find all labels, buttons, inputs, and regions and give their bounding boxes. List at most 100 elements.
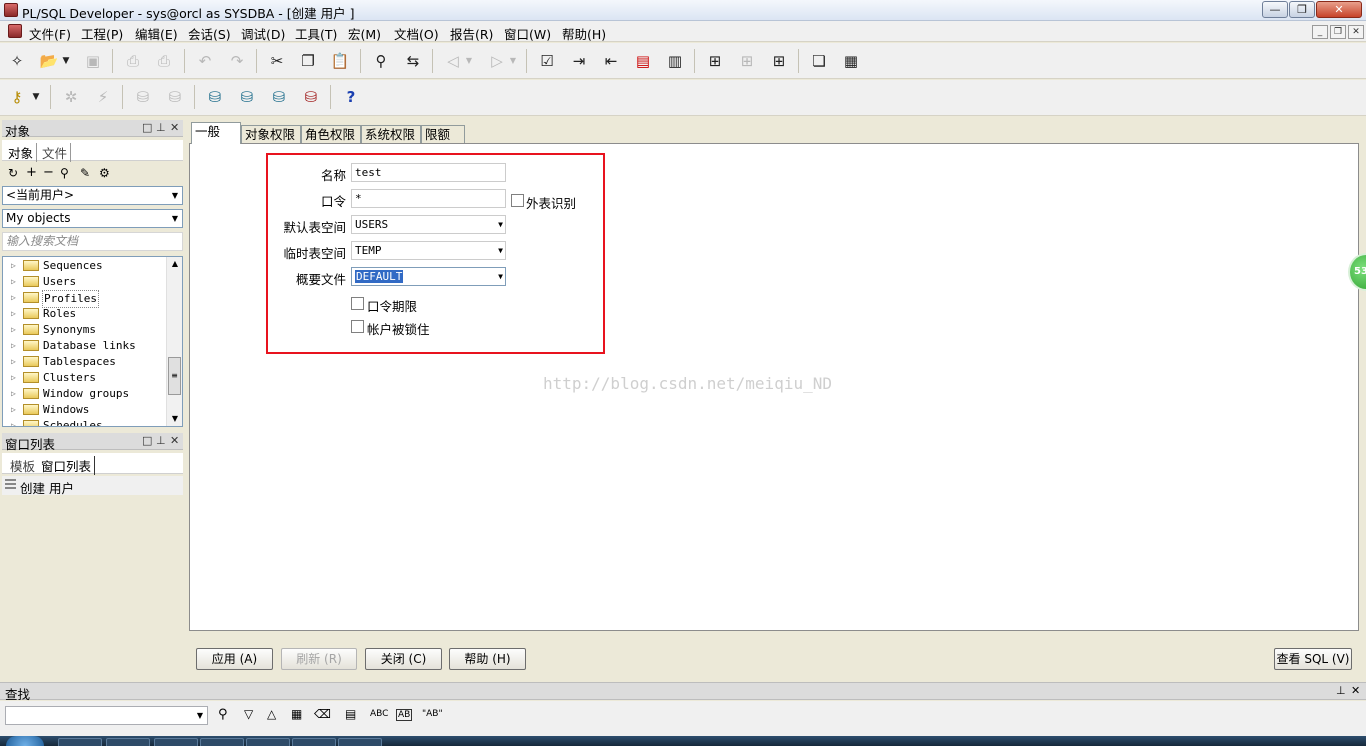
db-commit-icon[interactable]: ⛁ <box>300 86 322 108</box>
expand-icon[interactable]: ▷ <box>11 274 21 290</box>
back-icon[interactable]: ◁ <box>442 50 464 72</box>
tile-icon[interactable]: ▦ <box>840 50 862 72</box>
selection-only-icon[interactable]: ▤ <box>345 707 356 721</box>
tree-item-tablespaces[interactable]: ▷ Tablespaces <box>11 354 117 370</box>
save-icon[interactable]: ▣ <box>82 50 104 72</box>
menu-window[interactable]: 窗口(W) <box>504 24 551 43</box>
window-list-item[interactable]: 创建 用户 <box>2 476 183 496</box>
window-icon[interactable]: ⊞ <box>704 50 726 72</box>
menu-document[interactable]: 文档(O) <box>394 24 439 43</box>
tree-scrollbar[interactable]: ▲ ≡ ▼ <box>166 257 182 426</box>
unindent-icon[interactable]: ⇤ <box>600 50 622 72</box>
tree-item-database-links[interactable]: ▷ Database links <box>11 338 137 354</box>
settings-icon[interactable]: ⚙ <box>99 166 110 180</box>
paste-icon[interactable]: 📋 <box>329 50 351 72</box>
key-icon[interactable]: ⚷ <box>6 86 28 108</box>
panel-close-icon[interactable]: ✕ <box>1351 684 1360 697</box>
stop-icon[interactable]: ⚡ <box>92 86 114 108</box>
db-sql-icon[interactable]: ⛁ <box>236 86 258 108</box>
export-icon[interactable]: ⛁ <box>164 86 186 108</box>
expand-icon[interactable]: ▷ <box>11 258 21 274</box>
scroll-up-icon[interactable]: ▲ <box>167 257 182 271</box>
tab-quotas[interactable]: 限额 <box>421 125 465 144</box>
panel-close-icon[interactable]: ✕ <box>170 121 179 134</box>
close-dialog-button[interactable]: 关闭 (C) <box>365 648 442 670</box>
menu-tools[interactable]: 工具(T) <box>295 24 337 43</box>
panel-float-icon[interactable]: □ <box>142 121 152 134</box>
mdi-restore-button[interactable]: ❐ <box>1330 25 1346 39</box>
import-icon[interactable]: ⛁ <box>132 86 154 108</box>
refresh-button[interactable]: 刷新 (R) <box>281 648 357 670</box>
panel-float-icon[interactable]: □ <box>142 434 152 447</box>
find-next-icon[interactable]: ▽ <box>244 707 253 721</box>
menu-session[interactable]: 会话(S) <box>188 24 231 43</box>
tab-system-privileges[interactable]: 系统权限 <box>361 125 421 144</box>
taskbar-item[interactable] <box>58 738 102 746</box>
window-icon-2[interactable]: ⊞ <box>736 50 758 72</box>
apply-button[interactable]: 应用 (A) <box>196 648 273 670</box>
expand-icon[interactable]: ▷ <box>11 306 21 322</box>
cut-icon[interactable]: ✂ <box>266 50 288 72</box>
tab-templates[interactable]: 模板 <box>10 456 35 475</box>
chevron-down-icon[interactable]: ▼ <box>193 707 207 724</box>
new-icon[interactable]: ✧ <box>6 50 28 72</box>
taskbar-item[interactable] <box>200 738 244 746</box>
match-case-toggle[interactable]: ABC <box>370 709 388 719</box>
tree-item-schedules[interactable]: ▷ Schedules <box>11 418 104 426</box>
menu-edit[interactable]: 编辑(E) <box>135 24 178 43</box>
minimize-button[interactable]: — <box>1262 1 1288 18</box>
open-icon[interactable]: 📂 <box>38 50 60 72</box>
uncomment-icon[interactable]: ▥ <box>664 50 686 72</box>
remove-icon[interactable]: − <box>43 165 54 180</box>
taskbar-item[interactable] <box>154 738 198 746</box>
expand-icon[interactable]: ▷ <box>11 402 21 418</box>
find-icon[interactable]: ⚲ <box>218 707 228 722</box>
panel-pin-icon[interactable]: ⊥ <box>1336 684 1346 697</box>
mdi-close-button[interactable]: ✕ <box>1348 25 1364 39</box>
regex-toggle[interactable]: "AB" <box>422 709 443 719</box>
panel-pin-icon[interactable]: ⊥ <box>156 121 166 134</box>
tree-item-windows[interactable]: ▷ Windows <box>11 402 90 418</box>
tab-objects[interactable]: 对象 <box>8 143 38 162</box>
menu-file[interactable]: 文件(F) <box>29 24 71 43</box>
scroll-down-icon[interactable]: ▼ <box>167 412 182 426</box>
copy-icon[interactable]: ❐ <box>297 50 319 72</box>
help-button[interactable]: 帮助 (H) <box>449 648 526 670</box>
find-input[interactable]: ▼ <box>5 706 208 725</box>
tab-general[interactable]: 一般 <box>191 122 241 144</box>
owner-filter-select[interactable]: <当前用户> ▼ <box>2 186 183 205</box>
cascade-icon[interactable]: ❏ <box>808 50 830 72</box>
taskbar-item[interactable] <box>106 738 150 746</box>
highlight-all-icon[interactable]: ▦ <box>291 707 302 721</box>
window-icon-3[interactable]: ⊞ <box>768 50 790 72</box>
panel-close-icon[interactable]: ✕ <box>170 434 179 447</box>
refresh-icon[interactable]: ↻ <box>8 166 18 180</box>
tab-window-list[interactable]: 窗口列表 <box>41 456 96 475</box>
comment-icon[interactable]: ▤ <box>632 50 654 72</box>
panel-pin-icon[interactable]: ⊥ <box>156 434 166 447</box>
add-icon[interactable]: + <box>26 165 37 180</box>
scroll-thumb[interactable]: ≡ <box>168 357 181 395</box>
menu-macro[interactable]: 宏(M) <box>348 24 381 43</box>
start-button[interactable] <box>6 736 44 746</box>
taskbar-item[interactable] <box>292 738 336 746</box>
redo-icon[interactable]: ↷ <box>226 50 248 72</box>
tree-item-roles[interactable]: ▷ Roles <box>11 306 77 322</box>
tab-role-privileges[interactable]: 角色权限 <box>301 125 361 144</box>
menu-debug[interactable]: 调试(D) <box>241 24 285 43</box>
tree-item-profiles[interactable]: ▷ Profiles <box>11 290 99 308</box>
menu-help[interactable]: 帮助(H) <box>562 24 606 43</box>
taskbar-item[interactable] <box>338 738 382 746</box>
db-explain-icon[interactable]: ⛁ <box>268 86 290 108</box>
expand-icon[interactable]: ▷ <box>11 370 21 386</box>
forward-dropdown-icon[interactable]: ▼ <box>508 50 518 72</box>
back-dropdown-icon[interactable]: ▼ <box>464 50 474 72</box>
clear-icon[interactable]: ⌫ <box>314 707 331 721</box>
whole-word-toggle[interactable]: AB <box>396 709 413 721</box>
dropdown-arrow-icon[interactable]: ▼ <box>30 86 42 108</box>
forward-icon[interactable]: ▷ <box>486 50 508 72</box>
close-button[interactable]: ✕ <box>1316 1 1362 18</box>
tree-item-window-groups[interactable]: ▷ Window groups <box>11 386 130 402</box>
compile-icon[interactable]: ✲ <box>60 86 82 108</box>
print-preview-icon[interactable]: ⎙ <box>153 50 175 72</box>
